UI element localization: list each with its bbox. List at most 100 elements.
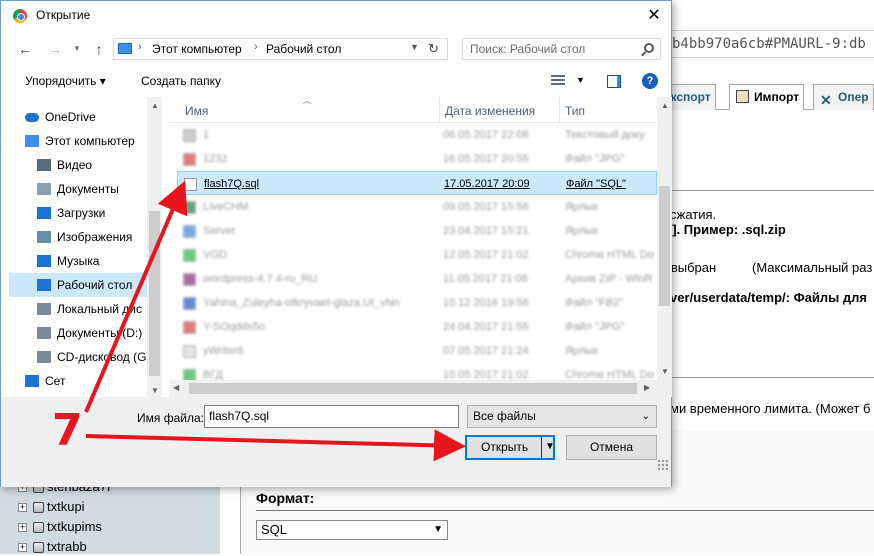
breadcrumb-desktop[interactable]: Рабочий стол (266, 42, 341, 56)
file-row[interactable]: 1232 16.05.2017 20:55 Файл "JPG" (177, 147, 657, 171)
scroll-left-icon[interactable]: ◀ (173, 383, 179, 392)
file-row[interactable]: Yahina_Zuleyha-otkryvaet-glaza.Ut_vNn 10.… (177, 291, 657, 315)
file-row[interactable]: wordpress-4.7.4-ru_RU 11.05.2017 21:08 Арх… (177, 267, 657, 291)
documents-icon (37, 183, 51, 195)
nav-item[interactable]: Документы (9, 177, 149, 201)
column-type[interactable]: Тип (565, 104, 585, 118)
nav-item[interactable]: Загрузки (9, 201, 149, 225)
tree-item-db[interactable]: + txtkupi (18, 498, 85, 516)
chevron-down-icon[interactable]: ▼ (410, 42, 419, 52)
resize-grip[interactable] (657, 459, 669, 471)
tab-operations[interactable]: ✕ Опер (813, 84, 874, 110)
open-button[interactable]: Открыть ▼ (465, 435, 555, 460)
help-icon[interactable]: ? (642, 73, 658, 89)
scroll-right-icon[interactable]: ▶ (644, 383, 650, 392)
nav-item[interactable]: CD-дисковод (G (9, 345, 149, 369)
scroll-down-icon[interactable]: ▼ (661, 367, 669, 376)
split-divider (541, 437, 542, 458)
tree-item-db[interactable]: + txtkupims (18, 518, 102, 536)
close-button[interactable]: ✕ (637, 1, 671, 31)
back-button[interactable]: ← (15, 39, 35, 59)
file-type: Chrome HTML Do (565, 249, 654, 261)
nav-item[interactable]: Локальный дис (9, 297, 149, 321)
file-row[interactable]: yWriter6 07.05.2017 21:24 Ярлык (177, 339, 657, 363)
tab-operations-label: Опер (838, 90, 869, 104)
file-type: Файл "FB2" (565, 297, 624, 309)
nav-item[interactable]: Документы (D:) (9, 321, 149, 345)
tab-import[interactable]: Импорт (729, 84, 805, 110)
scroll-up-icon[interactable]: ▲ (661, 101, 669, 110)
format-select[interactable]: SQL ▼ (256, 520, 448, 540)
file-row[interactable]: VGD 12.05.2017 21:02 Chrome HTML Do (177, 243, 657, 267)
file-row[interactable]: Y-SOqdds5o 24.04.2017 21:55 Файл "JPG" (177, 315, 657, 339)
chrome-icon (13, 9, 27, 23)
file-list-header: ︿ Имя Дата изменения Тип (169, 97, 657, 123)
search-input[interactable]: Поиск: Рабочий стол (462, 38, 661, 60)
desktop-icon (37, 279, 51, 291)
forward-button[interactable]: → (45, 39, 65, 59)
section-divider (665, 377, 874, 378)
browser-url-bar[interactable]: b4bb970a6cb#PMAURL-9:db (665, 30, 874, 58)
tree-item-db[interactable]: + txtrabb (18, 538, 87, 556)
file-icon (183, 249, 196, 262)
file-icon (183, 225, 196, 238)
column-separator[interactable] (439, 97, 440, 123)
view-options-icon[interactable] (551, 75, 565, 87)
file-date: 09.05.2017 15:56 (443, 201, 529, 213)
column-separator[interactable] (559, 97, 560, 123)
nav-item[interactable]: Видео (9, 153, 149, 177)
nav-item[interactable]: Изображения (9, 225, 149, 249)
cancel-button[interactable]: Отмена (566, 435, 657, 460)
scroll-up-icon[interactable]: ▲ (151, 101, 159, 110)
format-divider (256, 510, 874, 511)
command-bar: Упорядочить ▾ Создать папку ▼ ? (1, 67, 671, 95)
drive-icon (37, 303, 51, 315)
nav-item[interactable]: Музыка (9, 249, 149, 273)
nav-pane-scroll-thumb[interactable] (149, 211, 160, 376)
example-text: e]. Пример: .sql.zip (665, 222, 786, 237)
expand-icon[interactable]: + (18, 503, 27, 513)
nav-item[interactable]: OneDrive (9, 105, 149, 129)
column-name[interactable]: Имя (185, 104, 208, 118)
nav-item[interactable]: Рабочий стол (9, 273, 149, 297)
organize-button[interactable]: Упорядочить ▾ (25, 74, 106, 88)
breadcrumb-this-pc[interactable]: Этот компьютер (152, 42, 242, 56)
file-row[interactable]: 1 06.05.2017 22:08 Текстовый доку (177, 123, 657, 147)
file-row[interactable]: flash7Q.sql 17.05.2017 20:09 Файл "SQL" (177, 171, 657, 195)
file-row[interactable]: Server 23.04.2017 15:21 Ярлык (177, 219, 657, 243)
filename-input[interactable]: flash7Q.sql (204, 405, 459, 428)
file-list-hscroll-thumb[interactable] (189, 383, 637, 394)
expand-icon[interactable]: + (18, 523, 27, 533)
file-name: Server (203, 225, 236, 237)
nav-item-label: Сет (45, 374, 66, 388)
nav-item-label: CD-дисковод (G (57, 350, 147, 364)
title-bar[interactable]: Открытие ✕ (1, 1, 671, 31)
chevron-down-icon: ⌄ (641, 411, 650, 422)
recent-locations-button[interactable]: ▼ (67, 39, 87, 59)
new-folder-button[interactable]: Создать папку (141, 74, 221, 88)
address-bar[interactable]: › Этот компьютер › Рабочий стол ▼ ↻ (113, 38, 448, 60)
db-label: txtkupi (47, 499, 85, 514)
chevron-down-icon[interactable]: ▼ (545, 436, 555, 457)
section-divider (665, 190, 874, 191)
nav-item[interactable]: Сет (9, 369, 149, 393)
network-icon (25, 375, 39, 387)
filetype-select[interactable]: Все файлы ⌄ (467, 405, 657, 428)
scroll-down-icon[interactable]: ▼ (151, 386, 159, 395)
navigation-bar: ← → ▼ ↑ › Этот компьютер › Рабочий стол … (1, 31, 671, 67)
step-number: 7 (52, 405, 83, 456)
file-list-scroll-thumb[interactable] (659, 186, 670, 306)
chevron-down-icon[interactable]: ▼ (576, 75, 585, 85)
preview-pane-icon[interactable] (607, 75, 621, 88)
file-icon (183, 201, 196, 214)
file-name: 1232 (203, 153, 228, 165)
nav-item[interactable]: Этот компьютер (9, 129, 149, 153)
file-icon (183, 345, 196, 358)
up-button[interactable]: ↑ (89, 39, 109, 59)
navigation-pane: OneDrive Этот компьютер Видео Документы Загр… (9, 97, 162, 397)
refresh-icon[interactable]: ↻ (428, 41, 439, 57)
column-date[interactable]: Дата изменения (445, 104, 535, 118)
file-row[interactable]: LiveCHM 09.05.2017 15:56 Ярлык (177, 195, 657, 219)
file-type: Архив ZIP - WinR (565, 273, 653, 285)
expand-icon[interactable]: + (18, 543, 27, 553)
